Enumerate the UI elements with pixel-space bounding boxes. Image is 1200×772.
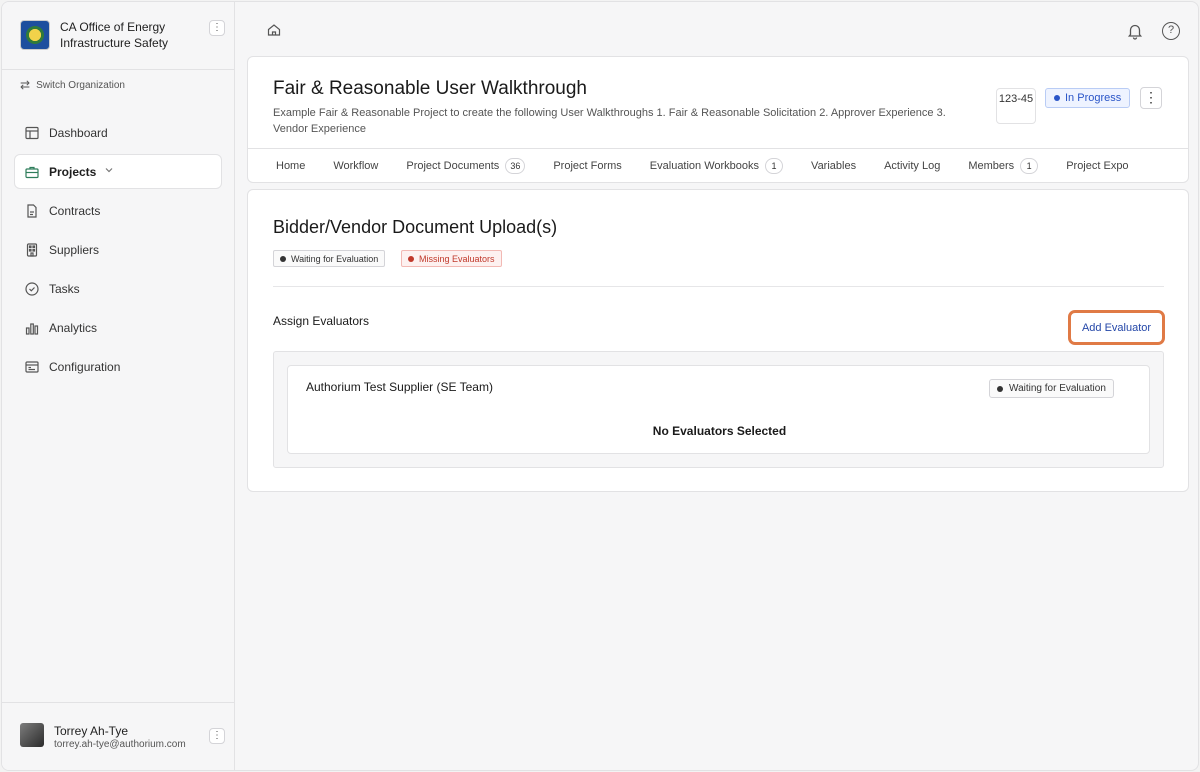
- tab-label: Members: [968, 160, 1015, 172]
- org-name: CA Office of Energy Infrastructure Safet…: [60, 20, 169, 50]
- tab-label: Project Documents: [406, 160, 500, 172]
- org-header: CA Office of Energy Infrastructure Safet…: [2, 2, 234, 70]
- section-title: Bidder/Vendor Document Upload(s): [273, 217, 558, 237]
- tab-project-documents[interactable]: Project Documents 36: [406, 158, 526, 174]
- project-tabs: Home Workflow Project Documents 36 Projec…: [248, 148, 1188, 183]
- sidebar: CA Office of Energy Infrastructure Safet…: [2, 2, 235, 770]
- project-header: Fair & Reasonable User Walkthrough Examp…: [247, 56, 1189, 183]
- project-description: Example Fair & Reasonable Project to cre…: [273, 107, 946, 135]
- switch-icon: ⇄: [20, 78, 31, 92]
- user-profile: Torrey Ah-Tye torrey.ah-tye@authorium.co…: [2, 702, 234, 770]
- waiting-status-tag: Waiting for Evaluation: [273, 250, 386, 267]
- sidebar-item-dashboard[interactable]: Dashboard: [14, 115, 222, 150]
- briefcase-icon: [25, 165, 39, 179]
- tab-project-forms[interactable]: Project Forms: [553, 160, 621, 172]
- count-badge: 36: [505, 158, 526, 174]
- topbar: ?: [236, 2, 1198, 56]
- switch-organization-button[interactable]: ⇄ Switch Organization: [20, 78, 125, 92]
- status-dot-icon: [408, 255, 414, 262]
- app-window: CA Office of Energy Infrastructure Safet…: [1, 1, 1199, 771]
- divider: [273, 286, 1164, 287]
- document-upload-panel: Bidder/Vendor Document Upload(s) Waiting…: [247, 189, 1189, 492]
- settings-panel-icon: [25, 360, 39, 374]
- sidebar-item-configuration[interactable]: Configuration: [14, 349, 222, 384]
- tab-label: Project Expo: [1066, 160, 1129, 172]
- dashboard-icon: [25, 126, 39, 140]
- status-dot-icon: [997, 385, 1003, 392]
- sidebar-item-label: Tasks: [49, 281, 80, 296]
- status-badge: In Progress: [1045, 88, 1131, 108]
- chevron-down-icon: [104, 165, 114, 178]
- sidebar-item-label: Analytics: [49, 320, 98, 335]
- sidebar-item-projects[interactable]: Projects: [14, 154, 222, 189]
- tab-workflow[interactable]: Workflow: [333, 160, 378, 172]
- tab-variables[interactable]: Variables: [811, 160, 856, 172]
- tab-label: Home: [276, 160, 306, 172]
- sidebar-item-label: Contracts: [49, 203, 101, 218]
- sidebar-item-label: Dashboard: [49, 125, 108, 140]
- sidebar-item-analytics[interactable]: Analytics: [14, 310, 222, 345]
- document-icon: [25, 203, 39, 218]
- project-menu-button[interactable]: ⋮: [1140, 87, 1162, 109]
- sidebar-item-tasks[interactable]: Tasks: [14, 271, 222, 306]
- status-dot-icon: [1054, 95, 1060, 101]
- missing-evaluators-tag: Missing Evaluators: [401, 250, 502, 267]
- add-evaluator-button[interactable]: Add Evaluator: [1068, 310, 1165, 345]
- bar-chart-icon: [25, 321, 39, 335]
- tab-project-export[interactable]: Project Expo: [1066, 160, 1128, 172]
- check-circle-icon: [25, 281, 39, 296]
- building-icon: [25, 242, 39, 257]
- home-icon[interactable]: [266, 22, 282, 38]
- help-icon[interactable]: ?: [1162, 22, 1180, 40]
- sidebar-item-label: Configuration: [49, 359, 121, 374]
- sidebar-item-label: Suppliers: [49, 242, 100, 257]
- tab-evaluation-workbooks[interactable]: Evaluation Workbooks 1: [649, 158, 784, 174]
- switch-organization-label: Switch Organization: [36, 79, 125, 91]
- sidebar-item-suppliers[interactable]: Suppliers: [14, 232, 222, 267]
- tag-label: Missing Evaluators: [419, 253, 495, 264]
- bell-icon[interactable]: [1126, 22, 1144, 40]
- tab-label: Activity Log: [884, 160, 941, 172]
- org-logo: [20, 20, 50, 50]
- status-dot-icon: [280, 255, 286, 262]
- tab-activity-log[interactable]: Activity Log: [884, 160, 940, 172]
- status-label: Waiting for Evaluation: [1009, 383, 1106, 394]
- user-menu-button[interactable]: ⋮: [209, 728, 225, 744]
- count-badge: 1: [1020, 158, 1039, 174]
- empty-state-text: No Evaluators Selected: [652, 424, 787, 438]
- status-label: In Progress: [1065, 92, 1122, 104]
- tag-label: Waiting for Evaluation: [291, 253, 379, 264]
- tab-label: Project Forms: [553, 160, 622, 172]
- user-email: torrey.ah-tye@authorium.com: [54, 739, 186, 750]
- evaluator-list: Authorium Test Supplier (SE Team) Waitin…: [273, 351, 1164, 468]
- avatar: [20, 723, 44, 747]
- tab-label: Workflow: [333, 160, 379, 172]
- supplier-card: Authorium Test Supplier (SE Team) Waitin…: [287, 365, 1150, 454]
- tab-home[interactable]: Home: [276, 160, 305, 172]
- project-title: Fair & Reasonable User Walkthrough: [273, 78, 587, 99]
- count-badge: 1: [765, 158, 784, 174]
- sidebar-item-label: Projects: [49, 164, 97, 179]
- supplier-name: Authorium Test Supplier (SE Team): [306, 380, 493, 394]
- org-menu-button[interactable]: ⋮: [209, 20, 225, 36]
- project-id: 123-45: [996, 88, 1036, 124]
- sidebar-nav: Dashboard Projects Contracts Suppliers T…: [14, 115, 222, 388]
- sidebar-item-contracts[interactable]: Contracts: [14, 193, 222, 228]
- supplier-status-badge: Waiting for Evaluation: [989, 379, 1114, 398]
- tab-members[interactable]: Members 1: [968, 158, 1039, 174]
- assign-evaluators-label: Assign Evaluators: [273, 314, 370, 328]
- tab-label: Variables: [811, 160, 857, 172]
- user-name: Torrey Ah-Tye: [54, 724, 129, 738]
- tab-label: Evaluation Workbooks: [649, 160, 760, 172]
